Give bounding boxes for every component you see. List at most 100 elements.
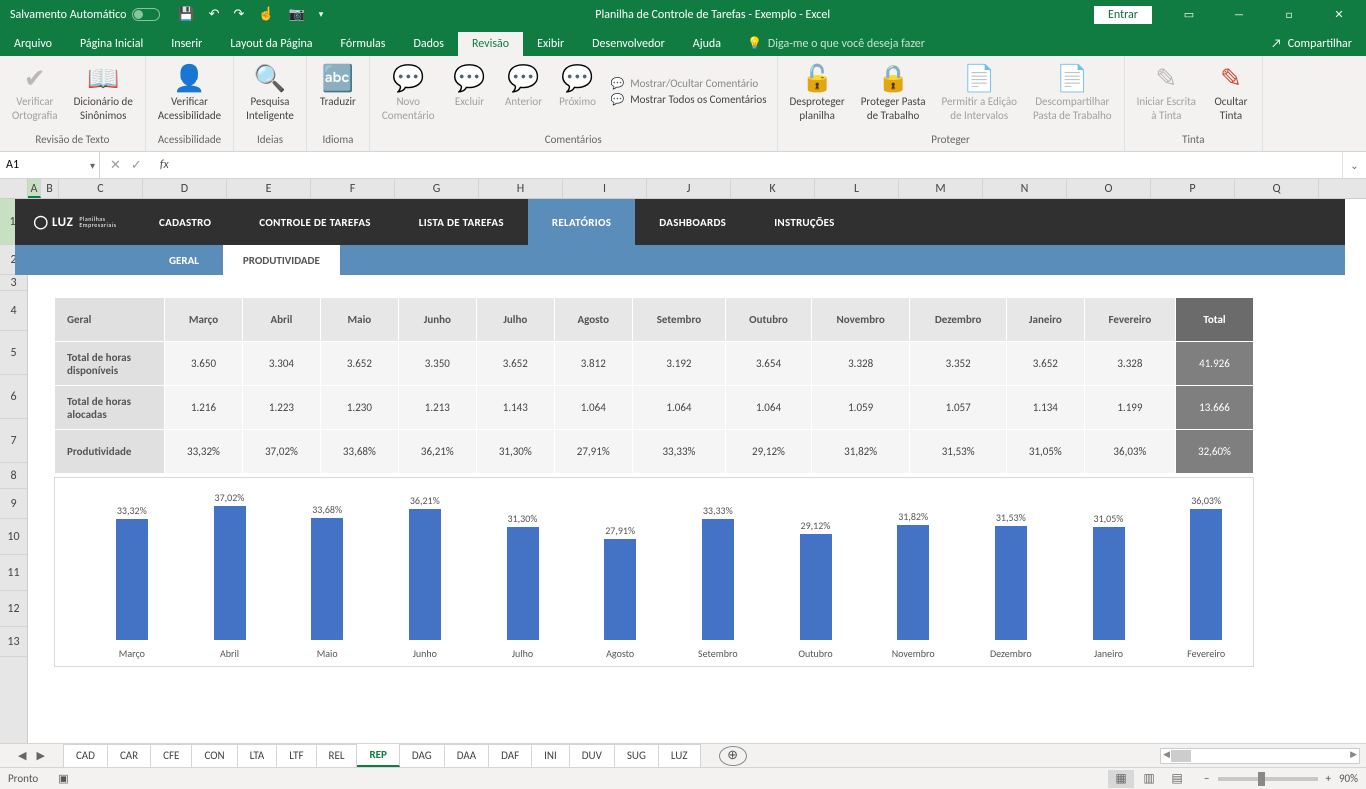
row-header[interactable]: 11: [0, 555, 27, 591]
verificar-acessibilidade-button[interactable]: 👤Verificar Acessibilidade: [152, 59, 227, 125]
ribbon-tab-fórmulas[interactable]: Fórmulas: [327, 32, 400, 56]
column-header[interactable]: B: [41, 179, 59, 198]
sheet-tab[interactable]: CFE: [151, 744, 192, 767]
sheet-tab[interactable]: CAR: [108, 744, 151, 767]
ribbon-tab-dados[interactable]: Dados: [399, 32, 457, 56]
sheet-tab[interactable]: DAG: [400, 744, 445, 767]
sheet-tab[interactable]: CON: [192, 744, 237, 767]
expand-formula-bar-icon[interactable]: ⌄: [1342, 152, 1366, 178]
desproteger-planilha-button[interactable]: 🔓Desproteger planilha: [784, 59, 851, 125]
maximize-icon[interactable]: □: [1266, 0, 1312, 29]
nav-item[interactable]: RELATÓRIOS: [528, 199, 635, 245]
minimize-icon[interactable]: —: [1216, 0, 1262, 29]
sign-in-button[interactable]: Entrar: [1094, 6, 1152, 24]
column-header[interactable]: N: [983, 179, 1067, 198]
zoom-out-button[interactable]: −: [1204, 772, 1209, 785]
column-header[interactable]: D: [143, 179, 227, 198]
share-button[interactable]: ↗ Compartilhar: [1257, 32, 1366, 56]
pesquisa-inteligente-button[interactable]: 🔍Pesquisa Inteligente: [240, 59, 300, 125]
ribbon-tab-layout-da-página[interactable]: Layout da Página: [216, 32, 326, 56]
column-header[interactable]: O: [1067, 179, 1151, 198]
column-header[interactable]: E: [227, 179, 311, 198]
row-headers[interactable]: 12345678910111213: [0, 199, 28, 743]
column-header[interactable]: G: [395, 179, 479, 198]
mostrar-todos-button[interactable]: 💬Mostrar Todos os Comentários: [607, 92, 771, 107]
new-sheet-button[interactable]: ⊕: [719, 746, 747, 766]
page-break-view-button[interactable]: ▤: [1164, 770, 1190, 788]
sheet-tab[interactable]: LTA: [238, 744, 278, 767]
sheet-tab[interactable]: LUZ: [659, 744, 701, 767]
column-header[interactable]: P: [1151, 179, 1235, 198]
proteger-pasta-button[interactable]: 🔒Proteger Pasta de Trabalho: [855, 59, 932, 125]
qat-dropdown-icon[interactable]: ▾: [319, 9, 324, 20]
tab-nav-prev-icon[interactable]: ◀: [18, 749, 26, 762]
ribbon-tab-desenvolvedor[interactable]: Desenvolvedor: [578, 32, 679, 56]
name-box[interactable]: A1 ▾: [0, 152, 100, 178]
row-header[interactable]: 12: [0, 591, 27, 627]
verificar-ortografia-button[interactable]: ✔Verificar Ortografia: [6, 59, 64, 125]
spreadsheet-grid[interactable]: ABCDEFGHIJKLMNOPQ 12345678910111213 ◯ LU…: [0, 179, 1366, 743]
column-header[interactable]: L: [815, 179, 899, 198]
sheet-tab[interactable]: REL: [317, 744, 358, 767]
column-header[interactable]: K: [731, 179, 815, 198]
column-header[interactable]: Q: [1235, 179, 1319, 198]
zoom-in-button[interactable]: +: [1326, 772, 1331, 785]
row-header[interactable]: 4: [0, 291, 27, 331]
close-icon[interactable]: ✕: [1316, 0, 1362, 29]
touch-mode-icon[interactable]: ☝: [258, 7, 274, 22]
ribbon-tab-página-inicial[interactable]: Página Inicial: [66, 32, 157, 56]
row-header[interactable]: 6: [0, 375, 27, 419]
row-header[interactable]: 3: [0, 275, 27, 291]
sheet-tab[interactable]: CAD: [63, 744, 108, 767]
sheet-tab[interactable]: DAA: [445, 744, 489, 767]
row-header[interactable]: 8: [0, 463, 27, 489]
tell-me-search[interactable]: 💡 Diga-me o que você deseja fazer: [735, 31, 937, 56]
nav-item[interactable]: CONTROLE DE TAREFAS: [235, 199, 394, 245]
novo-comentario-button[interactable]: 💬Novo Comentário: [376, 59, 441, 125]
sheet-tab[interactable]: REP: [357, 744, 399, 767]
redo-icon[interactable]: ↷: [233, 7, 244, 22]
sheet-canvas[interactable]: ◯ LUZ PlanilhasEmpresariais CADASTROCONT…: [28, 199, 1366, 743]
nav-item[interactable]: DASHBOARDS: [635, 199, 750, 245]
horizontal-scrollbar[interactable]: ◀▶: [1160, 748, 1360, 764]
column-header[interactable]: C: [59, 179, 143, 198]
ribbon-tab-ajuda[interactable]: Ajuda: [679, 32, 735, 56]
formula-input[interactable]: [177, 152, 1342, 178]
column-header[interactable]: J: [647, 179, 731, 198]
column-header[interactable]: H: [479, 179, 563, 198]
column-header[interactable]: M: [899, 179, 983, 198]
undo-icon[interactable]: ↶: [209, 7, 220, 22]
normal-view-button[interactable]: ▦: [1108, 770, 1134, 788]
row-header[interactable]: 7: [0, 419, 27, 463]
row-header[interactable]: 13: [0, 627, 27, 657]
ocultar-tinta-button[interactable]: ✎Ocultar Tinta: [1206, 59, 1256, 125]
row-header[interactable]: 5: [0, 331, 27, 375]
sheet-tab[interactable]: INI: [532, 744, 570, 767]
ribbon-tab-revisão[interactable]: Revisão: [458, 32, 523, 56]
ribbon-options-icon[interactable]: ▭: [1166, 0, 1212, 29]
save-icon[interactable]: 💾: [178, 7, 194, 22]
row-header[interactable]: 10: [0, 519, 27, 555]
camera-icon[interactable]: 📷: [289, 7, 305, 22]
zoom-slider[interactable]: [1218, 777, 1318, 781]
sheet-tab[interactable]: SUG: [615, 744, 659, 767]
nav-item[interactable]: LISTA DE TAREFAS: [395, 199, 528, 245]
tab-nav-next-icon[interactable]: ▶: [36, 749, 44, 762]
macro-record-icon[interactable]: ▣: [58, 772, 68, 785]
ribbon-tab-inserir[interactable]: Inserir: [157, 32, 216, 56]
sheet-tab[interactable]: DAF: [489, 744, 532, 767]
fx-icon[interactable]: fx: [152, 158, 177, 172]
nav-item[interactable]: INSTRUÇÕES: [750, 199, 858, 245]
subtab-geral[interactable]: GERAL: [145, 245, 223, 275]
sheet-tab[interactable]: LTF: [277, 744, 316, 767]
subtab-produtividade[interactable]: PRODUTIVIDADE: [223, 245, 340, 275]
toggle-switch-icon[interactable]: [132, 8, 160, 21]
chevron-down-icon[interactable]: ▾: [90, 159, 95, 172]
select-all-corner[interactable]: [0, 179, 28, 198]
autosave-toggle[interactable]: Salvamento Automático: [0, 8, 170, 22]
traduzir-button[interactable]: 🔤Traduzir: [313, 59, 363, 111]
nav-item[interactable]: CADASTRO: [135, 199, 235, 245]
column-header[interactable]: F: [311, 179, 395, 198]
ribbon-tab-exibir[interactable]: Exibir: [523, 32, 578, 56]
dicionario-sinonimos-button[interactable]: 📖Dicionário de Sinônimos: [68, 59, 139, 125]
